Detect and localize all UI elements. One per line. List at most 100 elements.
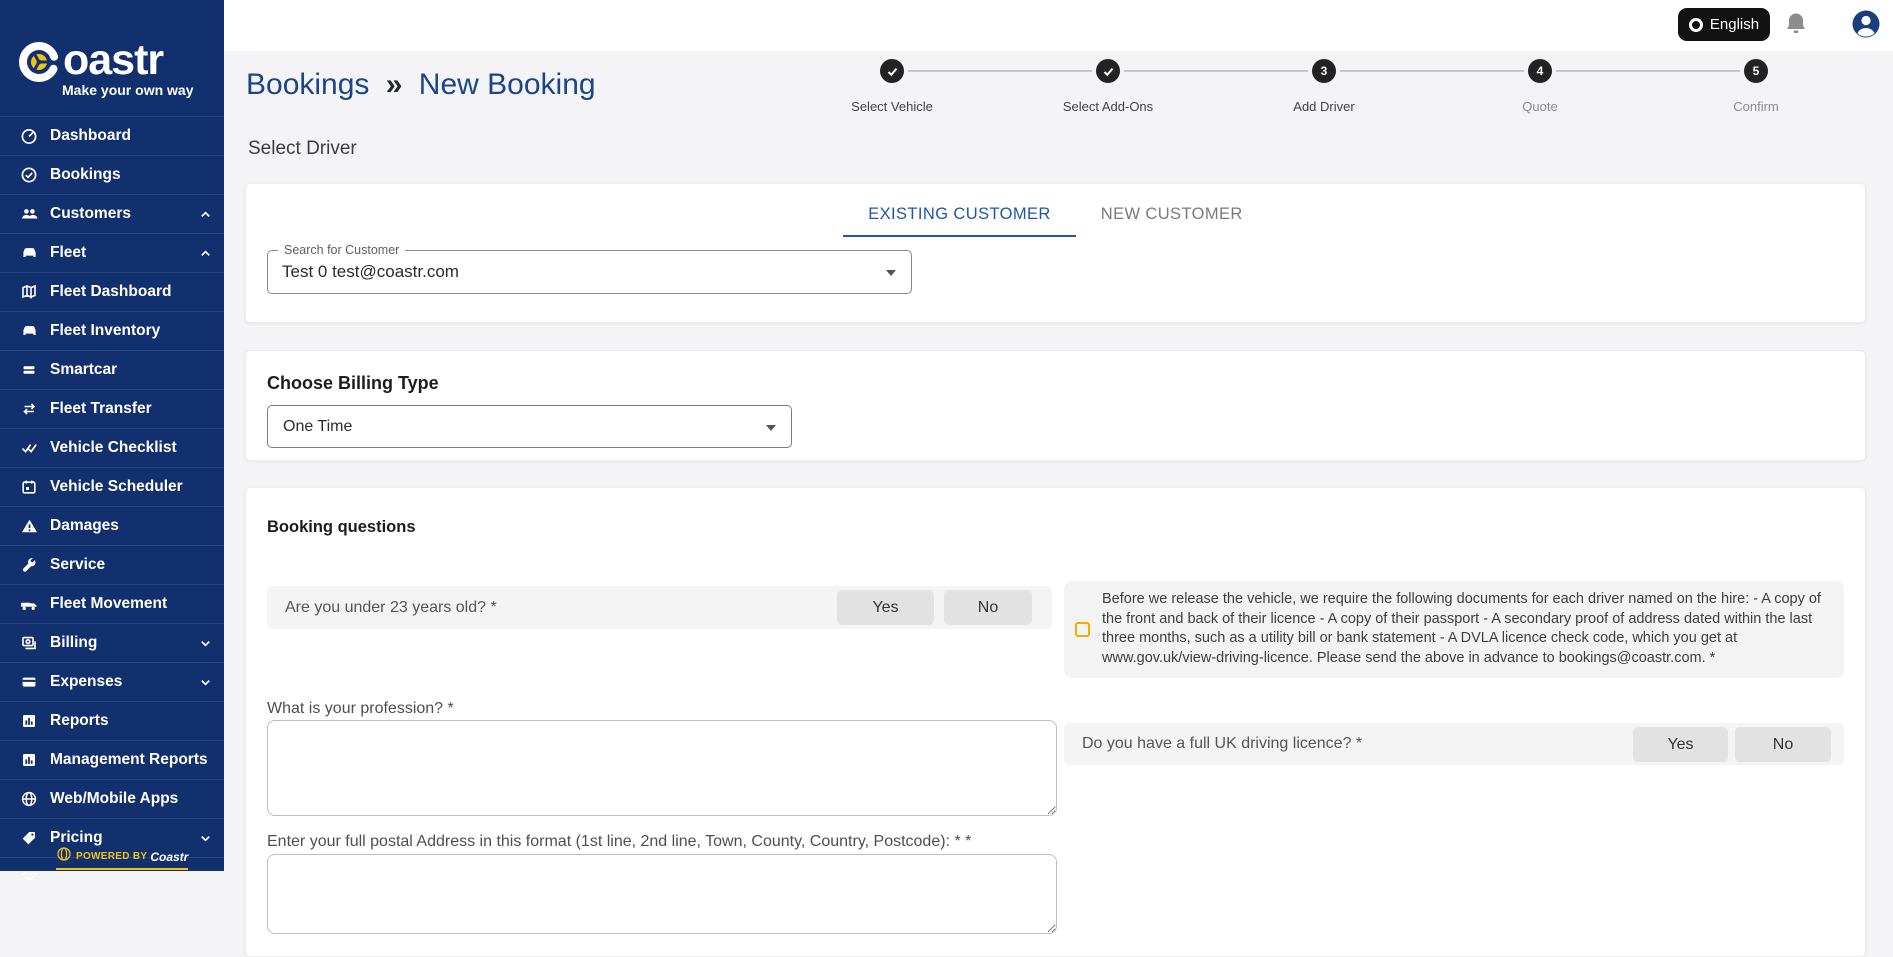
- dropdown-arrow-icon: [766, 424, 776, 431]
- booking-questions-card: Booking questions Are you under 23 years…: [245, 487, 1866, 957]
- breadcrumb-current: New Booking: [418, 68, 596, 101]
- bars-icon: [18, 360, 40, 380]
- bar-chart-icon: [18, 711, 40, 731]
- step-label-quote: Quote: [1522, 99, 1558, 114]
- double-check-icon: [18, 438, 40, 458]
- wrench-icon: [18, 555, 40, 575]
- customer-card: EXISTING CUSTOMER NEW CUSTOMER Search fo…: [245, 183, 1866, 323]
- step-4: 4: [1528, 59, 1552, 83]
- profession-textarea[interactable]: [267, 720, 1057, 816]
- step-check-icon: [887, 67, 897, 76]
- sidebar-item-vehicle-scheduler[interactable]: Vehicle Scheduler: [0, 467, 224, 506]
- coastr-wheel-logo-icon: [16, 38, 62, 84]
- sidebar-item-reports[interactable]: Reports: [0, 701, 224, 740]
- breadcrumb-separator: »: [385, 68, 403, 101]
- billing-title: Choose Billing Type: [267, 373, 439, 393]
- sidebar-item-billing[interactable]: Billing: [0, 623, 224, 662]
- licence-yes-button[interactable]: Yes: [1633, 727, 1728, 762]
- chevron-up-icon: [199, 208, 212, 226]
- sidebar: oastr Make your own way Dashboard Bookin…: [0, 0, 224, 882]
- check-circle-icon: [18, 165, 40, 185]
- sidebar-item-vehicle-checklist[interactable]: Vehicle Checklist: [0, 428, 224, 467]
- step-connector: [1340, 70, 1524, 72]
- step-label-confirm: Confirm: [1733, 99, 1779, 114]
- sidebar-item-fleet-transfer[interactable]: Fleet Transfer: [0, 389, 224, 428]
- sidebar-item-fleet-inventory[interactable]: Fleet Inventory: [0, 311, 224, 350]
- chevron-up-icon: [199, 247, 212, 265]
- dropdown-arrow-icon: [886, 270, 896, 276]
- customer-search-value: Test 0 test@coastr.com: [282, 262, 459, 281]
- bar-chart-icon: [18, 750, 40, 770]
- sidebar-item-web-mobile-apps[interactable]: Web/Mobile Apps: [0, 779, 224, 818]
- language-globe-icon: [1688, 17, 1703, 32]
- documents-info-text: Before we release the vehicle, we requir…: [1102, 591, 1821, 666]
- documents-checkbox[interactable]: [1075, 622, 1090, 637]
- question-age-row: Are you under 23 years old? * Yes No: [267, 586, 1052, 629]
- address-question-label: Enter your full postal Address in this f…: [267, 833, 972, 850]
- car-icon: [18, 243, 40, 263]
- step-1-done: [880, 59, 904, 83]
- sidebar-item-smartcar[interactable]: Smartcar: [0, 350, 224, 389]
- credit-card-icon: [18, 672, 40, 692]
- step-check-icon: [1103, 67, 1113, 76]
- step-connector: [1556, 70, 1740, 72]
- brand-name: oastr: [63, 36, 164, 84]
- sidebar-nav: Dashboard Bookings Customers Fleet Fleet…: [0, 116, 224, 896]
- sidebar-item-dashboard[interactable]: Dashboard: [0, 116, 224, 155]
- sidebar-item-service[interactable]: Service: [0, 545, 224, 584]
- sidebar-item-fleet-dashboard[interactable]: Fleet Dashboard: [0, 272, 224, 311]
- powered-by-badge: POWERED BY Coastr: [56, 846, 189, 870]
- customer-tabs: EXISTING CUSTOMER NEW CUSTOMER: [246, 184, 1865, 237]
- notifications-bell-icon[interactable]: [1784, 11, 1808, 42]
- step-2-done: [1096, 59, 1120, 83]
- account-avatar[interactable]: [1851, 9, 1881, 44]
- address-textarea[interactable]: [267, 854, 1057, 934]
- warning-triangle-icon: [18, 516, 40, 536]
- calendar-icon: [18, 477, 40, 497]
- sidebar-item-management-reports[interactable]: Management Reports: [0, 740, 224, 779]
- handshake-icon: [18, 867, 40, 887]
- step-label-add-driver: Add Driver: [1293, 99, 1355, 114]
- profession-question-label: What is your profession? *: [267, 700, 454, 717]
- tow-truck-icon: [18, 594, 40, 614]
- language-button[interactable]: English: [1678, 8, 1770, 41]
- billing-card: Choose Billing Type One Time: [245, 350, 1866, 461]
- age-yes-button[interactable]: Yes: [837, 590, 934, 625]
- brand-logo: oastr Make your own way: [0, 0, 224, 116]
- sidebar-item-fleet-movement[interactable]: Fleet Movement: [0, 584, 224, 623]
- question-licence-text: Do you have a full UK driving licence? *: [1082, 735, 1363, 752]
- customer-search-select[interactable]: Search for Customer Test 0 test@coastr.c…: [267, 243, 912, 294]
- billing-type-select[interactable]: One Time: [267, 405, 792, 448]
- dashboard-gauge-icon: [18, 126, 40, 146]
- age-no-button[interactable]: No: [944, 590, 1032, 625]
- sidebar-item-expenses[interactable]: Expenses: [0, 662, 224, 701]
- car-icon: [18, 321, 40, 341]
- billing-receipt-icon: [18, 633, 40, 653]
- sidebar-item-bookings[interactable]: Bookings: [0, 155, 224, 194]
- licence-no-button[interactable]: No: [1735, 727, 1831, 762]
- documents-info-row: Before we release the vehicle, we requir…: [1064, 581, 1844, 678]
- chevron-down-icon: [199, 832, 212, 850]
- sidebar-item-damages[interactable]: Damages: [0, 506, 224, 545]
- brand-tagline: Make your own way: [62, 82, 194, 98]
- sidebar-item-fleet[interactable]: Fleet: [0, 233, 224, 272]
- step-3-active: 3: [1312, 59, 1336, 83]
- main-content: English Bookings » New Booking Select Dr…: [224, 0, 1893, 957]
- step-5: 5: [1744, 59, 1768, 83]
- step-label-select-add-ons: Select Add-Ons: [1062, 99, 1154, 114]
- tab-existing-customer[interactable]: EXISTING CUSTOMER: [843, 192, 1076, 237]
- tab-new-customer[interactable]: NEW CUSTOMER: [1076, 192, 1268, 237]
- map-icon: [18, 282, 40, 302]
- powered-globe-icon: [56, 846, 72, 867]
- sidebar-item-customers[interactable]: Customers: [0, 194, 224, 233]
- step-connector: [908, 70, 1092, 72]
- breadcrumb: Bookings » New Booking: [246, 68, 596, 102]
- swap-arrows-icon: [18, 399, 40, 419]
- price-tag-icon: [18, 828, 40, 848]
- step-connector: [1124, 70, 1308, 72]
- globe-icon: [18, 789, 40, 809]
- question-age-text: Are you under 23 years old? *: [285, 598, 497, 616]
- breadcrumb-bookings-link[interactable]: Bookings: [246, 68, 369, 101]
- chevron-down-icon: [199, 637, 212, 655]
- chevron-down-icon: [199, 676, 212, 694]
